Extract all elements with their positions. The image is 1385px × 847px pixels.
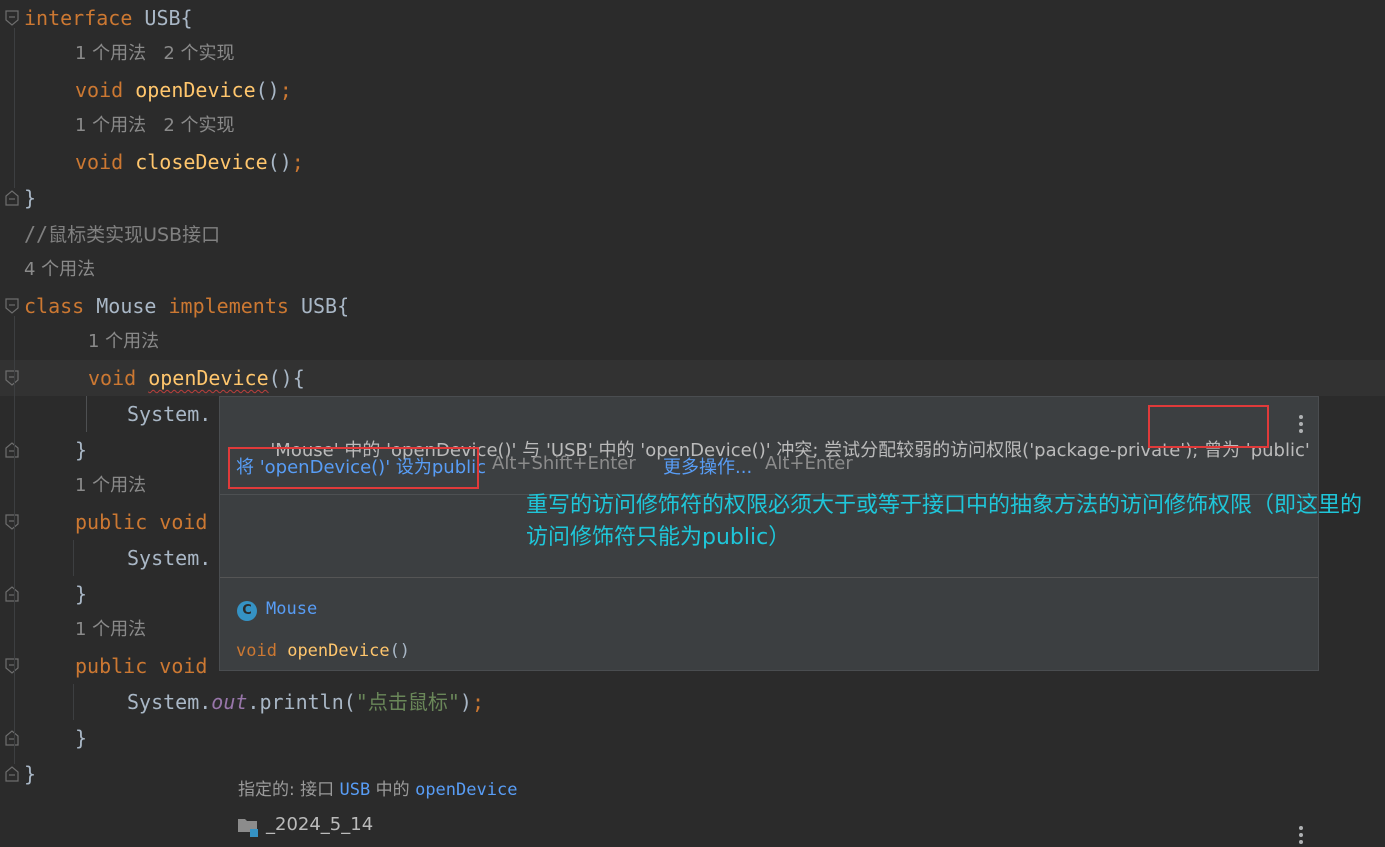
code-line[interactable]: } xyxy=(24,756,36,792)
code-line[interactable]: System. xyxy=(127,396,211,432)
code-line[interactable]: public void xyxy=(75,648,207,684)
usage-hint[interactable]: 1 个用法 xyxy=(75,468,146,504)
code-token: interface xyxy=(24,6,133,30)
usage-hint[interactable]: 1 个用法 2 个实现 xyxy=(75,108,235,144)
more-actions-shortcut: Alt+Enter xyxy=(765,453,853,474)
code-line[interactable]: void openDevice(){ xyxy=(88,360,305,396)
code-line[interactable]: System.out.println("点击鼠标"); xyxy=(127,684,484,720)
code-token: .println( xyxy=(247,690,356,714)
code-line[interactable]: void openDevice(); xyxy=(75,72,292,108)
code-line[interactable]: } xyxy=(75,720,87,756)
code-token: System. xyxy=(127,546,212,570)
fix-shortcut: Alt+Shift+Enter xyxy=(492,453,636,474)
fold-open-icon[interactable] xyxy=(5,658,19,674)
code-token: openDevice xyxy=(148,366,269,390)
indent-guide xyxy=(73,540,74,576)
specified-label: 指定的: 接口 xyxy=(238,780,340,800)
fold-open-icon[interactable] xyxy=(5,10,19,26)
specified-interface-link[interactable]: USB xyxy=(340,780,371,800)
code-line[interactable]: } xyxy=(75,576,87,612)
code-token: Mouse xyxy=(84,294,169,318)
fold-close-icon[interactable] xyxy=(5,190,19,206)
code-token: void xyxy=(75,150,136,174)
code-token: out xyxy=(211,690,248,714)
code-token: // xyxy=(24,222,49,246)
highlight-box xyxy=(1148,405,1269,448)
more-options-icon[interactable] xyxy=(1298,826,1304,847)
indent-guide xyxy=(14,316,15,764)
code-token: USB{ xyxy=(132,6,193,30)
code-token: System. xyxy=(127,690,212,714)
usage-hint[interactable]: 1 个用法 xyxy=(75,612,146,648)
module-name: _2024_5_14 xyxy=(266,814,374,835)
code-token: ) xyxy=(459,690,472,714)
code-line[interactable]: } xyxy=(24,180,36,216)
code-token: closeDevice xyxy=(135,150,268,174)
code-token: openDevice xyxy=(135,78,256,102)
code-line[interactable]: class Mouse implements USB{ xyxy=(24,288,349,324)
code-token: public void xyxy=(75,654,208,678)
code-line[interactable]: interface USB{ xyxy=(24,0,193,36)
code-token: } xyxy=(75,582,88,606)
code-line[interactable]: public void xyxy=(75,504,207,540)
fold-close-icon[interactable] xyxy=(5,766,19,782)
code-line[interactable]: } xyxy=(75,432,87,468)
fold-open-icon[interactable] xyxy=(5,298,19,314)
fold-close-icon[interactable] xyxy=(5,442,19,458)
code-token: () xyxy=(267,150,292,174)
code-token: public void xyxy=(75,510,208,534)
code-token: USB{ xyxy=(288,294,350,318)
code-token: ; xyxy=(291,150,304,174)
module-folder-icon xyxy=(237,816,261,842)
code-token: void xyxy=(88,366,149,390)
popup-problem-section: 'Mouse' 中的 'openDevice()' 与 'USB' 中的 'op… xyxy=(220,397,1318,494)
code-token: } xyxy=(75,726,88,750)
specified-line: 指定的: 接口 USB 中的 openDevice xyxy=(238,775,517,800)
code-token: implements xyxy=(168,294,289,318)
fold-open-icon[interactable] xyxy=(5,514,19,530)
popup-footer-section: 指定的: 接口 USB 中的 openDevice _2024_5_14 xyxy=(220,577,1318,844)
usage-hint[interactable]: 4 个用法 xyxy=(24,252,95,288)
indent-guide xyxy=(86,396,87,432)
code-token: System. xyxy=(127,402,212,426)
usage-hint[interactable]: 1 个用法 xyxy=(88,324,159,360)
code-token: () xyxy=(255,78,280,102)
more-options-icon[interactable] xyxy=(1298,415,1304,436)
fold-close-icon[interactable] xyxy=(5,586,19,602)
code-token: class xyxy=(24,294,85,318)
editor-gutter xyxy=(0,0,24,792)
indent-guide xyxy=(73,684,74,720)
more-actions-link[interactable]: 更多操作... xyxy=(663,453,752,479)
code-line[interactable]: void closeDevice(); xyxy=(75,144,304,180)
fold-open-icon[interactable] xyxy=(5,370,19,386)
code-token: "点击鼠标" xyxy=(355,690,460,714)
code-token: ; xyxy=(279,78,292,102)
fold-close-icon[interactable] xyxy=(5,730,19,746)
specified-mid: 中的 xyxy=(370,780,416,800)
code-token: void xyxy=(75,78,136,102)
highlight-box xyxy=(228,447,479,489)
code-line[interactable]: System. xyxy=(127,540,211,576)
code-token: 鼠标类实现USB接口 xyxy=(48,224,221,246)
code-line[interactable]: //鼠标类实现USB接口 xyxy=(24,216,220,252)
specified-method-link[interactable]: openDevice xyxy=(415,780,517,800)
code-token: } xyxy=(75,438,88,462)
code-token: } xyxy=(24,762,37,786)
annotation-note: 重写的访问修饰符的权限必须大于或等于接口中的抽象方法的访问修饰权限（即这里的访问… xyxy=(526,493,1363,550)
usage-hint[interactable]: 1 个用法 2 个实现 xyxy=(75,36,235,72)
indent-guide xyxy=(14,28,15,188)
code-token: } xyxy=(24,186,37,210)
code-token: ; xyxy=(471,690,484,714)
code-token: (){ xyxy=(268,366,305,390)
